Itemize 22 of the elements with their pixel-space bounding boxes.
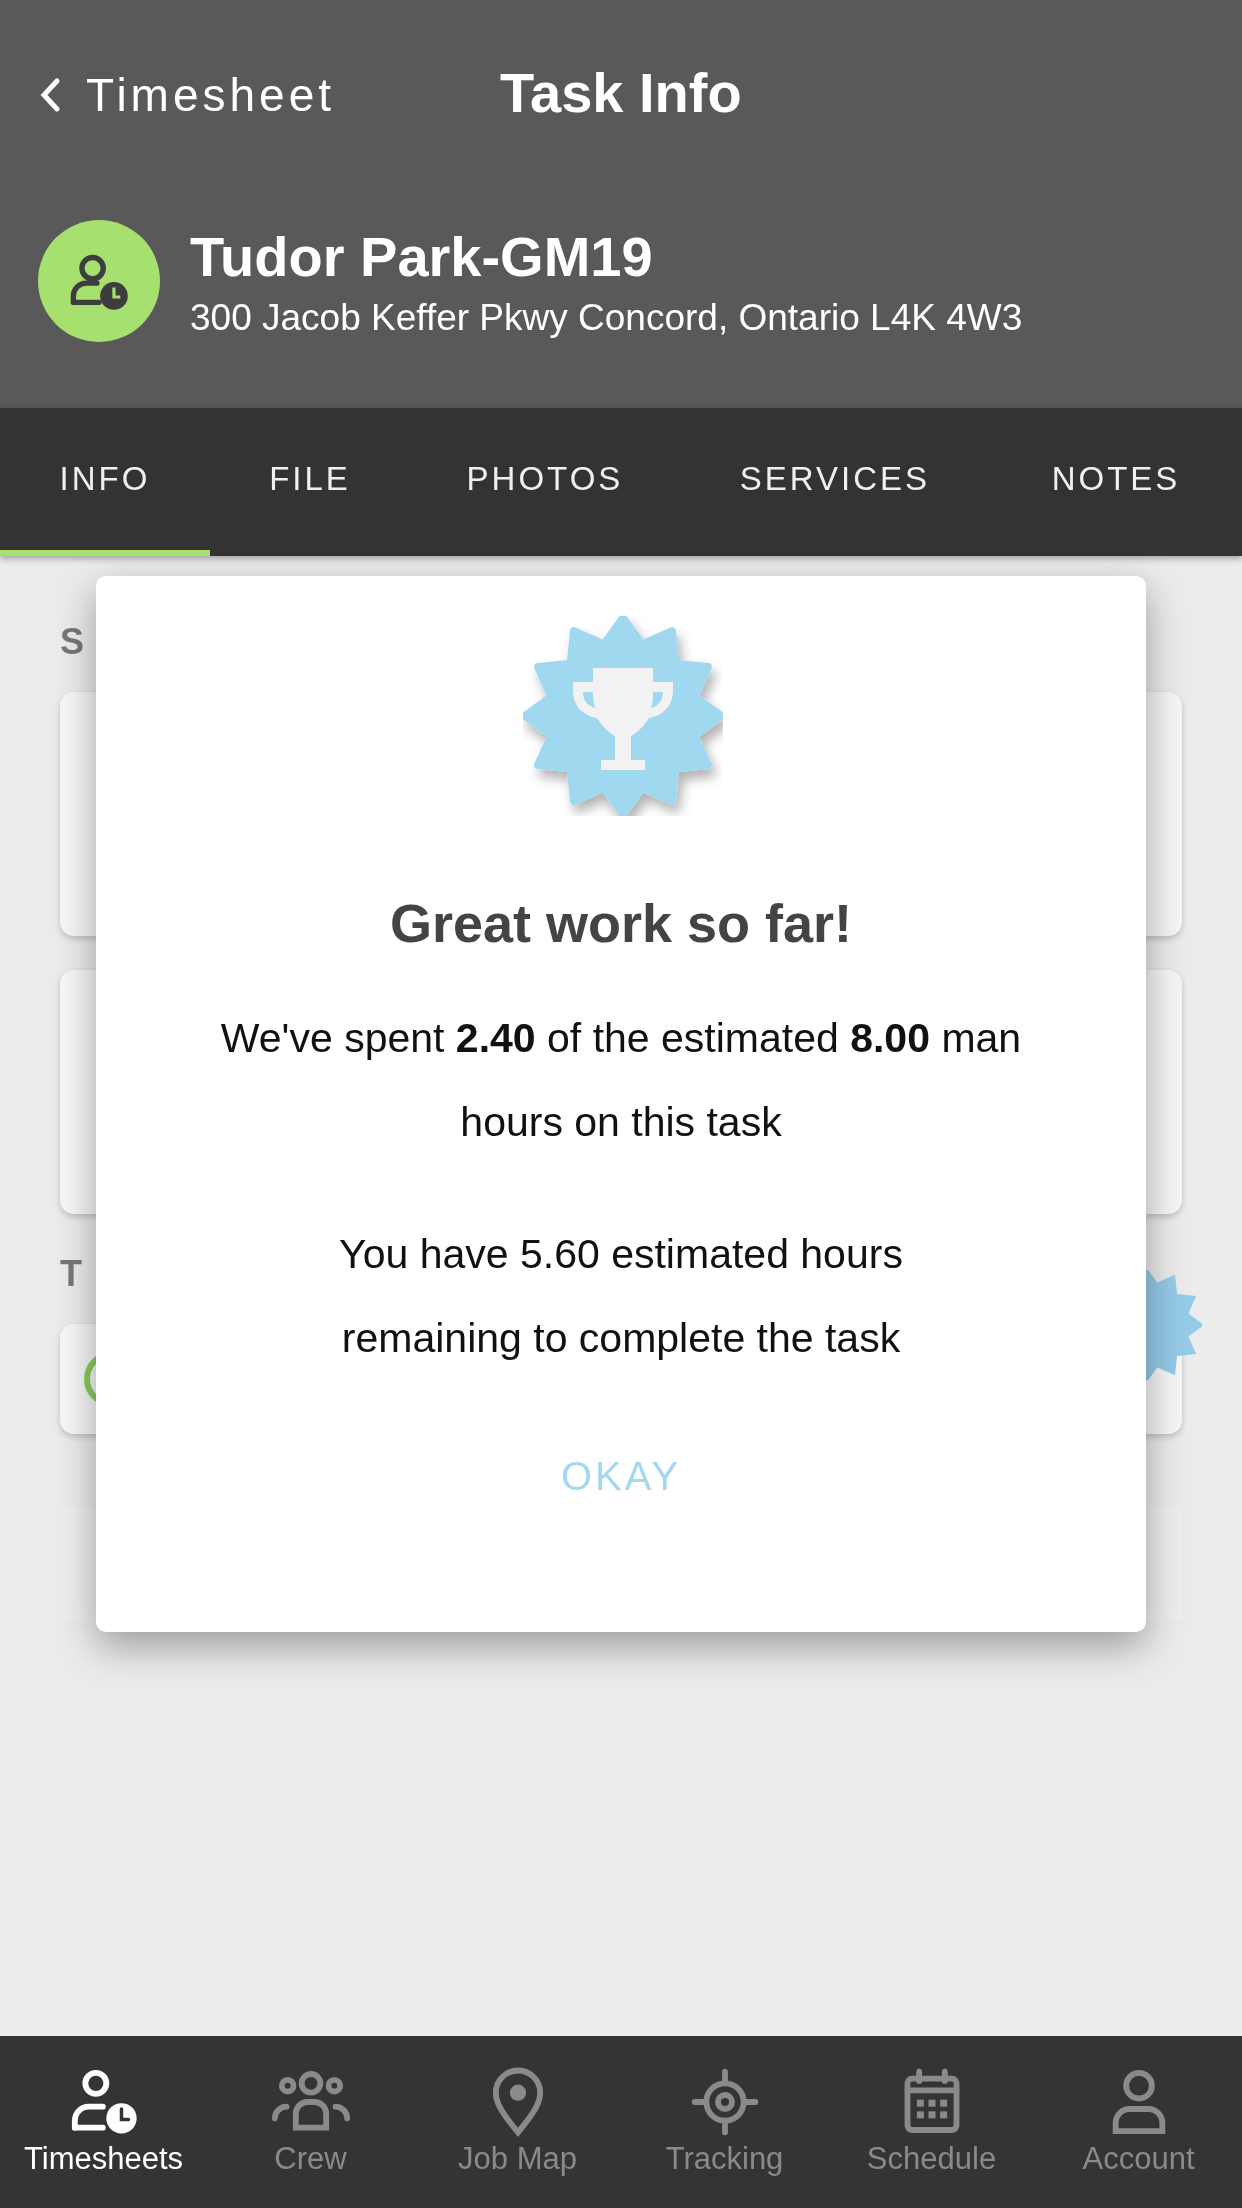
bottom-nav-item[interactable]: Schedule: [828, 2036, 1035, 2208]
tab[interactable]: NOTES: [990, 408, 1242, 556]
trophy-badge-icon: [523, 616, 723, 816]
back-link[interactable]: Timesheet: [40, 68, 336, 122]
job-address: 300 Jacob Keffer Pkwy Concord, Ontario L4K 4W3: [190, 296, 1023, 339]
dialog-message: We've spent 2.40 of the estimated 8.00 man hours on this task: [219, 1014, 1023, 1147]
bottom-nav-item[interactable]: Crew: [207, 2036, 414, 2208]
bottom-nav-item[interactable]: Timesheets: [0, 2036, 207, 2208]
tab[interactable]: SERVICES: [680, 408, 990, 556]
section-heading: T: [60, 1252, 82, 1296]
bottom-nav-item[interactable]: Account: [1035, 2036, 1242, 2208]
tab[interactable]: FILE: [210, 408, 410, 556]
tab[interactable]: PHOTOS: [410, 408, 680, 556]
section-heading: S: [60, 620, 84, 664]
bottom-nav-item[interactable]: Tracking: [621, 2036, 828, 2208]
bottom-nav-item[interactable]: Job Map: [414, 2036, 621, 2208]
chevron-left-icon: [40, 78, 60, 112]
screen-title: Task Info: [500, 60, 742, 125]
job-name: Tudor Park-GM19: [190, 223, 654, 289]
dialog-message: You have 5.60 estimated hours remaining to complete the task: [338, 1230, 904, 1363]
badge-icon: [1146, 1270, 1202, 1380]
dialog-title: Great work so far!: [389, 892, 853, 954]
